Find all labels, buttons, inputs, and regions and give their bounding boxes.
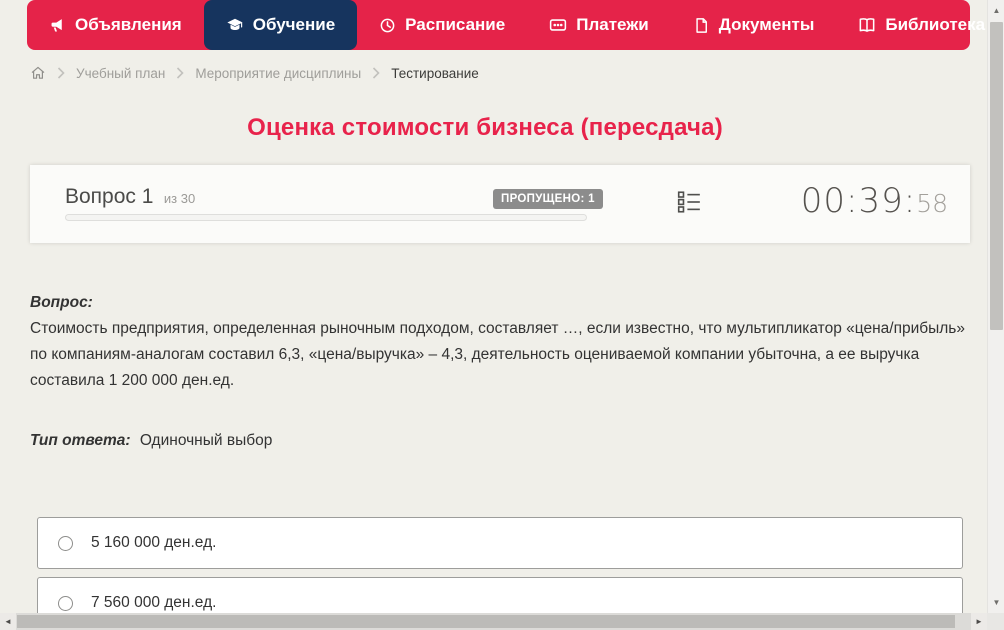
breadcrumb-item-curriculum[interactable]: Учебный план xyxy=(76,66,165,81)
nav-item-payments[interactable]: Платежи xyxy=(527,0,671,50)
answer-option-label: 5 160 000 ден.ед. xyxy=(91,534,217,551)
nav-item-documents[interactable]: Документы xyxy=(671,0,837,50)
nav-item-label: Расписание xyxy=(405,15,506,34)
breadcrumb-separator-icon xyxy=(372,67,380,79)
answer-option[interactable]: 5 160 000 ден.ед. xyxy=(37,517,963,569)
question-number: Вопрос 1 xyxy=(65,185,154,208)
question-total: из 30 xyxy=(163,191,196,206)
nav-item-library[interactable]: Библиотека xyxy=(836,0,1004,50)
horizontal-scrollbar[interactable]: ◄ ► xyxy=(0,613,987,630)
scroll-left-arrow-icon[interactable]: ◄ xyxy=(0,613,16,630)
megaphone-icon xyxy=(49,17,66,34)
breadcrumb: Учебный план Мероприятие дисциплины Тест… xyxy=(30,62,479,84)
breadcrumb-separator-icon xyxy=(57,67,65,79)
question-body: Вопрос: Стоимость предприятия, определен… xyxy=(30,290,970,454)
breadcrumb-item-discipline-event[interactable]: Мероприятие дисциплины xyxy=(195,66,361,81)
question-list-button[interactable] xyxy=(675,190,703,218)
document-icon xyxy=(693,17,710,34)
answer-type-row: Тип ответа: Одиночный выбор xyxy=(30,428,970,454)
nav-item-label: Документы xyxy=(718,15,815,34)
nav-item-label: Объявления xyxy=(75,15,182,34)
question-text: Стоимость предприятия, определенная рыно… xyxy=(30,320,965,389)
graduation-cap-icon xyxy=(226,16,244,34)
scroll-right-arrow-icon[interactable]: ► xyxy=(971,613,987,630)
clock-icon xyxy=(379,17,396,34)
timer-seconds: 58 xyxy=(916,189,948,218)
scrollbar-corner xyxy=(987,613,1004,630)
timer-minutes: 00:39: xyxy=(800,181,917,221)
question-prompt-label: Вопрос: xyxy=(30,294,93,311)
scroll-up-arrow-icon[interactable]: ▲ xyxy=(988,2,1004,19)
home-icon[interactable] xyxy=(30,65,46,81)
top-navigation: Объявления Обучение Расписание Платежи Д… xyxy=(27,0,1004,50)
question-counter: Вопрос 1 из 30 xyxy=(65,185,195,209)
nav-item-schedule[interactable]: Расписание xyxy=(357,0,527,50)
nav-item-learning[interactable]: Обучение xyxy=(203,0,358,50)
answer-type-value: Одиночный выбор xyxy=(139,432,273,449)
timer: 00:39: 58 xyxy=(801,181,948,221)
progress-bar xyxy=(65,214,587,221)
horizontal-scrollbar-thumb[interactable] xyxy=(17,615,955,628)
vertical-scrollbar-thumb[interactable] xyxy=(990,22,1003,330)
answer-type-label: Тип ответа: xyxy=(30,432,131,449)
breadcrumb-separator-icon xyxy=(176,67,184,79)
nav-item-label: Платежи xyxy=(576,15,649,34)
page-title: Оценка стоимости бизнеса (пересдача) xyxy=(247,114,723,141)
answer-option-label: 7 560 000 ден.ед. xyxy=(91,594,217,611)
scroll-down-arrow-icon[interactable]: ▼ xyxy=(988,594,1004,611)
book-icon xyxy=(858,16,876,34)
nav-item-label: Библиотека xyxy=(885,15,986,34)
nav-item-label: Обучение xyxy=(252,15,336,34)
vertical-scrollbar[interactable]: ▲ ▼ xyxy=(987,0,1004,613)
breadcrumb-item-testing: Тестирование xyxy=(391,65,479,81)
question-list-icon xyxy=(676,189,702,220)
skipped-badge: ПРОПУЩЕНО: 1 xyxy=(493,189,603,209)
nav-item-announcements[interactable]: Объявления xyxy=(27,0,204,50)
radio-button[interactable] xyxy=(58,535,73,551)
question-header-card: Вопрос 1 из 30 ПРОПУЩЕНО: 1 00:39: 58 xyxy=(30,165,970,243)
credit-card-icon xyxy=(549,16,567,34)
radio-button[interactable] xyxy=(58,595,73,611)
